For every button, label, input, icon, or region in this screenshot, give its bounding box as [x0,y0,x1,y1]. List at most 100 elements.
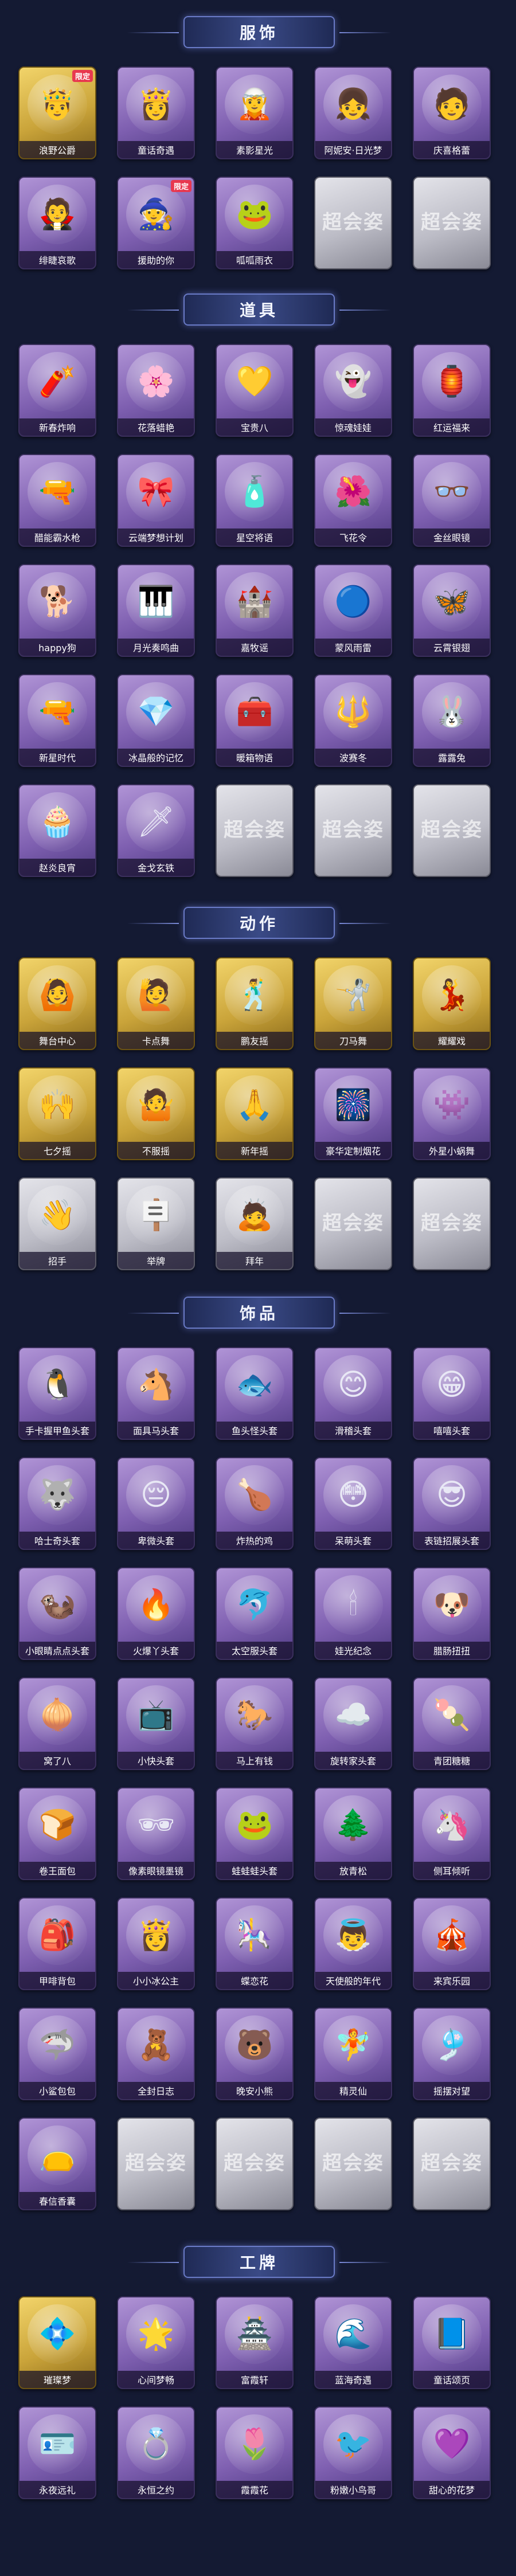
item-tile[interactable]: 🐧 手卡握甲鱼头套 [18,1347,96,1440]
item-label: 天使般的年代 [315,1972,391,1989]
item-tile[interactable]: 🧚 精灵仙 [314,2007,392,2100]
item-tile[interactable]: 😎 表链招展头套 [413,1457,491,1550]
item-tile[interactable]: 👓 金丝眼镜 [413,454,491,547]
item-tile[interactable]: 🐸 蛙蛙蛙头套 [216,1787,294,1880]
item-tile[interactable]: 🏯 富霞轩 [216,2296,294,2389]
item-tile[interactable]: 🎠 蝶恋花 [216,1897,294,1990]
item-tile[interactable]: 🐎 马上有钱 [216,1677,294,1770]
item-tile[interactable]: 🌷 霞霞花 [216,2406,294,2499]
item-art-icon: 😳 [323,1465,383,1525]
item-tile[interactable]: 🤷 不服摇 [117,1067,195,1160]
item-tile[interactable]: 🍡 青团糖糖 [413,1677,491,1770]
item-tile[interactable]: 🐟 鱼头怪头套 [216,1347,294,1440]
item-tile[interactable]: 🙌 七夕摇 [18,1067,96,1160]
item-tile[interactable]: 👻 惊魂娃娃 [314,344,392,437]
item-tile[interactable]: 🧸 全封日志 [117,2007,195,2100]
item-tile[interactable]: 💜 甜心的花梦 [413,2406,491,2499]
item-tile[interactable]: 🧙 限定 援助的你 [117,177,195,269]
item-tile[interactable]: 👾 外星小蜗舞 [413,1067,491,1160]
item-tile[interactable]: 🎒 甲啡背包 [18,1897,96,1990]
item-tile[interactable]: 🏮 红运福来 [413,344,491,437]
item-tile[interactable]: 🕺 鹏友摇 [216,957,294,1050]
item-label: 卡点舞 [118,1032,194,1049]
item-tile[interactable]: 🎆 豪华定制烟花 [314,1067,392,1160]
item-tile[interactable]: 👸 小小冰公主 [117,1897,195,1990]
item-tile[interactable]: 🌲 放青松 [314,1787,392,1880]
item-tile[interactable]: 🪧 举牌 [117,1177,195,1270]
item-tile[interactable]: 👋 招手 [18,1177,96,1270]
item-tile[interactable]: 🤴 限定 浪野公爵 [18,66,96,159]
item-tile[interactable]: 🎪 来宾乐园 [413,1897,491,1990]
item-art-icon: 🎐 [422,2015,482,2075]
item-tile[interactable]: 🐦 粉嫩小鸟哥 [314,2406,392,2499]
item-tile[interactable]: 🌟 心间梦畅 [117,2296,195,2389]
item-tile[interactable]: 🧛 绯睫哀歌 [18,177,96,269]
item-tile[interactable]: 🦈 小鲨包包 [18,2007,96,2100]
item-tile[interactable]: 🔥 火爆丫头套 [117,1567,195,1660]
item-tile[interactable]: 🐸 呱呱雨衣 [216,177,294,269]
item-tile[interactable]: ☁️ 旋转家头套 [314,1677,392,1770]
item-art-icon: 🪧 [126,1185,186,1245]
item-tile[interactable]: 🎹 月光奏鸣曲 [117,564,195,657]
item-tile[interactable]: 🎐 摇摆对望 [413,2007,491,2100]
item-tile[interactable]: 🧅 窝了八 [18,1677,96,1770]
item-tile[interactable]: 🧰 暖箱物语 [216,674,294,767]
item-art-icon: 🏰 [225,572,284,632]
item-tile[interactable]: 💛 宝贵八 [216,344,294,437]
item-label: 飞花令 [315,528,391,546]
item-tile[interactable]: 🗡 金戈玄铁 [117,784,195,877]
item-tile[interactable]: 🙆 舞台中心 [18,957,96,1050]
item-tile[interactable]: 🎀 云端梦想计划 [117,454,195,547]
item-tile[interactable]: 🕯 娃光纪念 [314,1567,392,1660]
item-tile[interactable]: 🤺 刀马舞 [314,957,392,1050]
item-tile[interactable]: 👝 春信香囊 [18,2117,96,2210]
item-tile[interactable]: 🔫 醋能霸水枪 [18,454,96,547]
item-tile[interactable]: 🐺 哈士奇头套 [18,1457,96,1550]
item-tile[interactable]: 🍗 炸热的鸡 [216,1457,294,1550]
item-tile[interactable]: 🧑 庆喜格蕾 [413,66,491,159]
item-tile[interactable]: 🧁 赵炎良宵 [18,784,96,877]
item-tile[interactable]: 😳 呆萌头套 [314,1457,392,1550]
item-tile[interactable]: 💃 耀耀戏 [413,957,491,1050]
item-tile[interactable]: 🦄 侧耳倾听 [413,1787,491,1880]
item-tile[interactable]: 😔 卑微头套 [117,1457,195,1550]
item-tile[interactable]: 💎 冰晶般的记忆 [117,674,195,767]
item-tile[interactable]: 🐬 太空服头套 [216,1567,294,1660]
item-tile[interactable]: 👼 天使般的年代 [314,1897,392,1990]
placeholder-watermark: 超会姿 [421,819,483,841]
item-tile[interactable]: 😊 滑稽头套 [314,1347,392,1440]
item-tile[interactable]: 🧴 星空将语 [216,454,294,547]
item-tile[interactable]: 💠 璀璨梦 [18,2296,96,2389]
item-tile[interactable]: 🌺 飞花令 [314,454,392,547]
item-tile[interactable]: 📺 小快头套 [117,1677,195,1770]
item-tile[interactable]: 🌸 花落蜡艳 [117,344,195,437]
item-tile[interactable]: 👸 童话奇遇 [117,66,195,159]
item-tile[interactable]: 🙏 新年摇 [216,1067,294,1160]
item-tile[interactable]: 🦋 云霄银翅 [413,564,491,657]
item-tile[interactable]: 🍞 卷王面包 [18,1787,96,1880]
placeholder-watermark: 超会姿 [125,2152,187,2175]
item-tile[interactable]: 🐻 晚安小熊 [216,2007,294,2100]
item-tile[interactable]: 🐕 happy狗 [18,564,96,657]
item-tile[interactable]: 👧 阿妮安·日光梦 [314,66,392,159]
item-tile[interactable]: 🔵 蒙风雨雷 [314,564,392,657]
item-tile[interactable]: 🙇 拜年 [216,1177,294,1270]
item-tile[interactable]: 🧨 新春炸响 [18,344,96,437]
item-tile[interactable]: 🪪 永夜远礼 [18,2406,96,2499]
item-tile[interactable]: 🏰 嘉牧谣 [216,564,294,657]
item-tile[interactable]: 🐰 露露兔 [413,674,491,767]
item-tile[interactable]: 🔫 新星时代 [18,674,96,767]
item-tile[interactable]: 🕶 像素眼镜墨镜 [117,1787,195,1880]
item-tile[interactable]: 🐶 腊肠扭扭 [413,1567,491,1660]
item-tile[interactable]: 🔱 波赛冬 [314,674,392,767]
item-tile[interactable]: 🦦 小眼睛点点头套 [18,1567,96,1660]
item-tile[interactable]: 🐴 面具马头套 [117,1347,195,1440]
item-tile[interactable]: 😁 嘻嘻头套 [413,1347,491,1440]
item-tile[interactable]: 🧝 素影星光 [216,66,294,159]
item-tile[interactable]: 🙋 卡点舞 [117,957,195,1050]
item-label: 刀马舞 [315,1032,391,1049]
item-tile[interactable]: 🌊 蓝海奇遇 [314,2296,392,2389]
item-tile[interactable]: 💍 永恒之约 [117,2406,195,2499]
item-label: 卑微头套 [118,1532,194,1549]
item-tile[interactable]: 📘 童话颂页 [413,2296,491,2389]
